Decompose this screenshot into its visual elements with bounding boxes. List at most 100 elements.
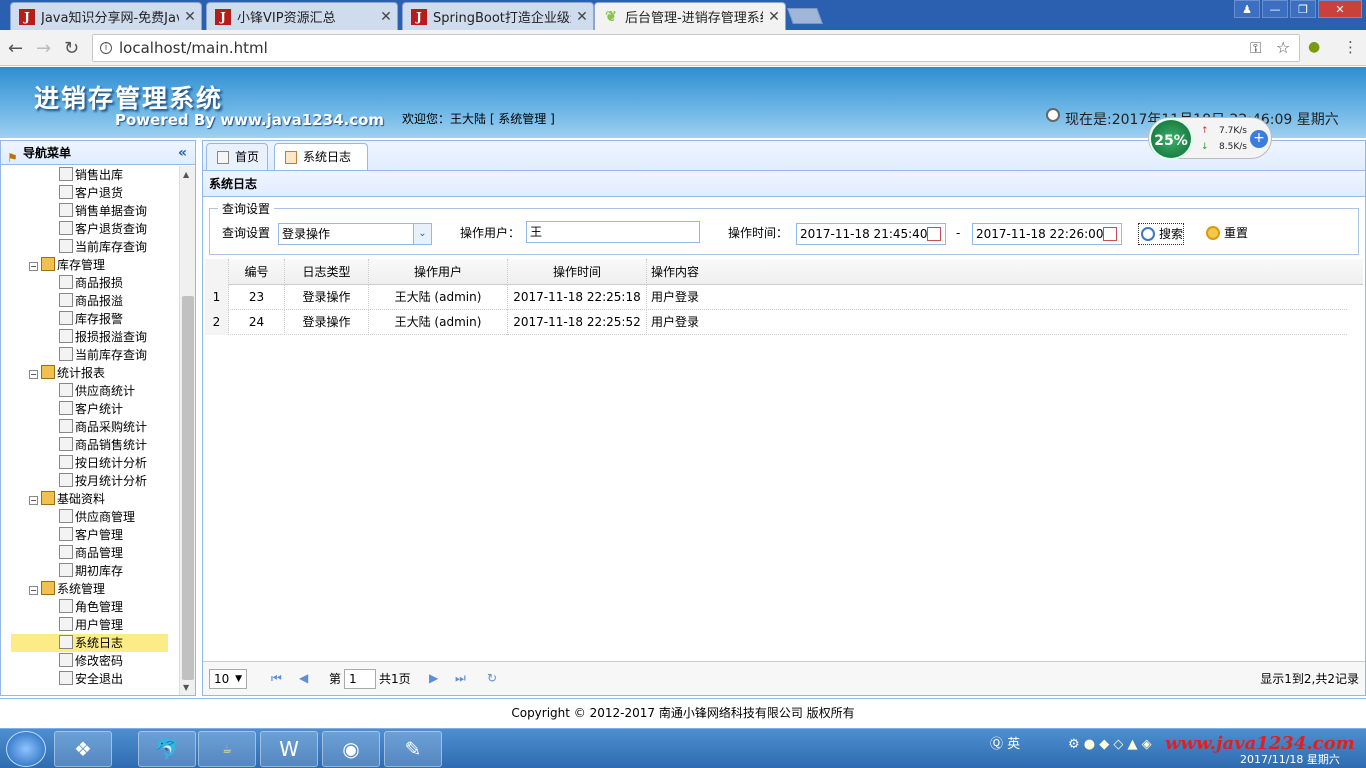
collapse-toggle-icon[interactable]: − (29, 370, 38, 379)
tree-item[interactable]: 修改密码 (11, 652, 168, 670)
tree-item[interactable]: 安全退出 (11, 670, 168, 688)
maximize-button[interactable]: ❐ (1290, 0, 1316, 18)
calendar-icon[interactable] (927, 227, 941, 241)
browser-tab-4[interactable]: ❦ 后台管理-进销存管理系统 ✕ (594, 2, 786, 30)
tree-item[interactable]: 按日统计分析 (11, 454, 168, 472)
tree-item[interactable]: 当前库存查询 (11, 346, 168, 364)
column-header-type[interactable]: 日志类型 (285, 259, 369, 285)
scroll-down-icon[interactable]: ▼ (183, 683, 189, 692)
close-icon[interactable]: ✕ (375, 9, 397, 25)
page-total: 共1页 (379, 672, 411, 686)
extension-icon[interactable]: ● (1308, 39, 1320, 55)
tray-icons[interactable]: ⚙ ● ◆ ◇ ▲ ◈ (1068, 737, 1152, 752)
bookmark-star-icon[interactable]: ☆ (1276, 38, 1290, 57)
collapse-icon[interactable]: « (178, 141, 187, 165)
tab-home[interactable]: 首页 (206, 143, 268, 171)
tree-item[interactable]: 客户管理 (11, 526, 168, 544)
start-button[interactable] (6, 731, 46, 767)
calendar-icon[interactable] (1103, 227, 1117, 241)
forward-icon[interactable]: → (36, 38, 51, 59)
column-header-user[interactable]: 操作用户 (369, 259, 508, 285)
plus-icon[interactable]: + (1250, 130, 1268, 148)
menu-icon[interactable]: ⋮ (1343, 38, 1358, 56)
page-number-input[interactable]: 1 (344, 669, 376, 689)
new-tab-button[interactable] (787, 8, 823, 24)
minimize-button[interactable]: — (1262, 0, 1288, 18)
tree-item[interactable]: 用户管理 (11, 616, 168, 634)
tree-item[interactable]: 当前库存查询 (11, 238, 168, 256)
column-header-time[interactable]: 操作时间 (508, 259, 647, 285)
last-page-icon[interactable]: ⏭ (455, 671, 466, 686)
reset-icon (1206, 226, 1220, 240)
chrome-icon[interactable]: ◉ (322, 731, 380, 767)
tree-item[interactable]: 系统日志 (11, 634, 168, 652)
column-header-content[interactable]: 操作内容 (647, 259, 1347, 285)
tree-item[interactable]: 客户退货查询 (11, 220, 168, 238)
tree-group[interactable]: − 库存管理 (29, 256, 169, 274)
scroll-up-icon[interactable]: ▲ (183, 170, 189, 179)
tree-item[interactable]: 销售单据查询 (11, 202, 168, 220)
table-row[interactable]: 2 24 登录操作 王大陆 (admin) 2017-11-18 22:25:5… (205, 310, 1347, 335)
tree-group[interactable]: − 系统管理 (29, 580, 169, 598)
key-icon[interactable]: ⚿ (1250, 39, 1261, 57)
time-from-input[interactable]: 2017-11-18 21:45:40 (796, 223, 946, 245)
collapse-toggle-icon[interactable]: − (29, 586, 38, 595)
close-icon[interactable]: ✕ (763, 9, 785, 25)
eclipse-ide-icon[interactable]: ☕ (198, 731, 256, 767)
browser-tab-3[interactable]: J SpringBoot打造企业级进 ✕ (402, 2, 594, 30)
browser-tab-1[interactable]: J Java知识分享网-免费Jav ✕ (10, 2, 202, 30)
tree-item[interactable]: 供应商统计 (11, 382, 168, 400)
chevron-down-icon[interactable]: ⌄ (413, 224, 431, 244)
tree-item[interactable]: 销售出库 (11, 166, 168, 184)
mysql-dolphin-icon[interactable]: 🐬 (138, 731, 196, 767)
tree-item[interactable]: 按月统计分析 (11, 472, 168, 490)
window-close-button[interactable]: ✕ (1318, 0, 1362, 18)
tree-item[interactable]: 商品报溢 (11, 292, 168, 310)
tree-item[interactable]: 库存报警 (11, 310, 168, 328)
tree-group[interactable]: − 统计报表 (29, 364, 169, 382)
prev-page-icon[interactable]: ◀ (299, 671, 308, 685)
first-page-icon[interactable]: ⏮ (271, 671, 282, 686)
reload-icon[interactable]: ↻ (64, 38, 79, 59)
scrollbar-thumb[interactable] (182, 296, 194, 680)
back-icon[interactable]: ← (8, 38, 23, 59)
tray-ime[interactable]: Ⓠ 英 (990, 733, 1020, 752)
tab-system-log[interactable]: 系统日志 × (274, 143, 368, 190)
sidebar-scrollbar[interactable]: ▲ ▼ (179, 166, 195, 695)
tree-group[interactable]: − 基础资料 (29, 490, 169, 508)
page-size-select[interactable]: 10 ▼ (209, 669, 247, 689)
tree-item[interactable]: 报损报溢查询 (11, 328, 168, 346)
collapse-toggle-icon[interactable]: − (29, 496, 38, 505)
tree-item[interactable]: 客户统计 (11, 400, 168, 418)
tree-item[interactable]: 客户退货 (11, 184, 168, 202)
close-icon[interactable]: ✕ (179, 9, 201, 25)
search-button[interactable]: 搜索 (1138, 223, 1184, 245)
tree-item[interactable]: 供应商管理 (11, 508, 168, 526)
refresh-icon[interactable]: ↻ (487, 671, 497, 685)
url-text: localhost/main.html (119, 39, 268, 57)
log-type-select[interactable]: 登录操作 ⌄ (278, 223, 432, 245)
tree-item[interactable]: 商品销售统计 (11, 436, 168, 454)
notepad-icon[interactable]: ✎ (384, 731, 442, 767)
close-icon[interactable]: ✕ (571, 9, 593, 25)
tree-item[interactable]: 商品报损 (11, 274, 168, 292)
url-input[interactable]: i localhost/main.html (92, 34, 1300, 62)
collapse-toggle-icon[interactable]: − (29, 262, 38, 271)
tree-item[interactable]: 期初库存 (11, 562, 168, 580)
time-to-input[interactable]: 2017-11-18 22:26:00 (972, 223, 1122, 245)
wps-writer-icon[interactable]: W (260, 731, 318, 767)
info-icon[interactable]: i (100, 42, 112, 54)
app-launcher-icon[interactable]: ❖ (54, 731, 112, 767)
browser-tab-2[interactable]: J 小锋VIP资源汇总 ✕ (206, 2, 398, 30)
tree-item[interactable]: 角色管理 (11, 598, 168, 616)
column-header-id[interactable]: 编号 (229, 259, 285, 285)
network-monitor-widget[interactable]: 25% ↑ 7.7K/s ↓ 8.5K/s + (1148, 117, 1272, 160)
next-page-icon[interactable]: ▶ (429, 671, 438, 685)
tree-item[interactable]: 商品管理 (11, 544, 168, 562)
reset-button[interactable]: 重置 (1204, 223, 1254, 245)
user-input[interactable]: 王 (526, 221, 700, 243)
user-icon[interactable]: ♟ (1234, 0, 1260, 18)
tree-item-label: 安全退出 (75, 672, 124, 686)
tree-item[interactable]: 商品采购统计 (11, 418, 168, 436)
table-row[interactable]: 1 23 登录操作 王大陆 (admin) 2017-11-18 22:25:1… (205, 285, 1347, 310)
